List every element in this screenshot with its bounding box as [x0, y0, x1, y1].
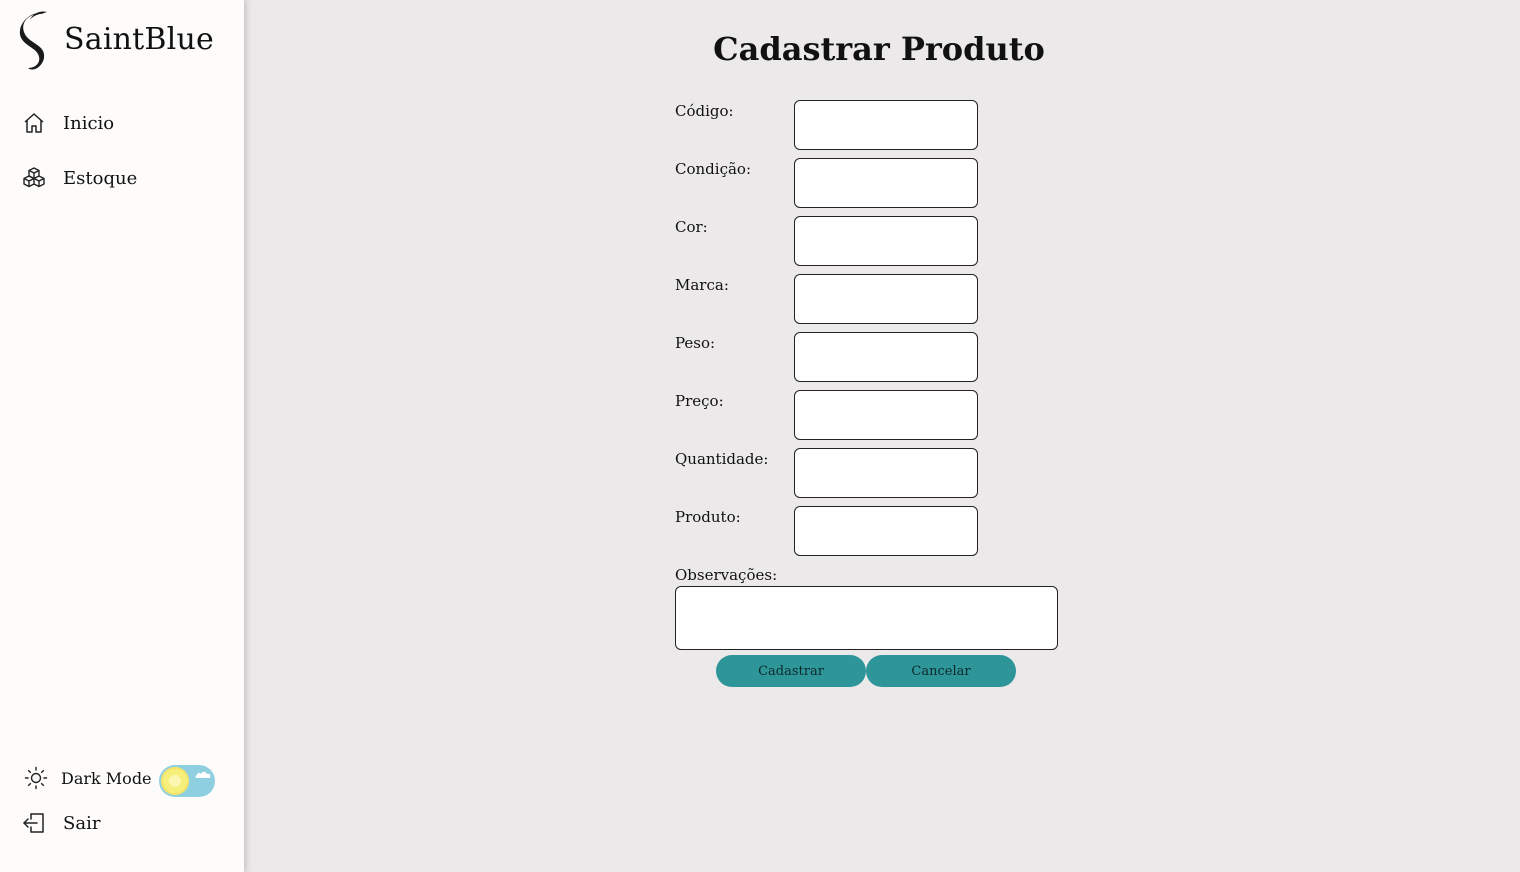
cor-label: Cor:: [675, 218, 708, 236]
quantidade-label: Quantidade:: [675, 450, 769, 468]
brand-name: SaintBlue: [64, 21, 214, 57]
brand[interactable]: SaintBlue: [14, 10, 214, 74]
sidebar-item-label: Inicio: [63, 112, 115, 134]
cadastrar-button[interactable]: Cadastrar: [716, 655, 866, 687]
page-title-text: Cadastrar Produto: [713, 30, 1045, 68]
sidebar-item-estoque[interactable]: Estoque: [22, 166, 137, 190]
peso-input[interactable]: [794, 332, 978, 382]
logout-button[interactable]: Sair: [22, 811, 100, 835]
marca-input[interactable]: [794, 274, 978, 324]
cloud-icon: [195, 771, 211, 778]
codigo-input[interactable]: [794, 100, 978, 150]
cancelar-button[interactable]: Cancelar: [866, 655, 1016, 687]
dark-mode-label: Dark Mode: [61, 768, 152, 788]
boxes-icon: [23, 167, 45, 188]
preco-input[interactable]: [794, 390, 978, 440]
sidebar-item-inicio[interactable]: Inicio: [22, 111, 114, 135]
sun-icon: [24, 766, 48, 790]
quantidade-input[interactable]: [794, 448, 978, 498]
page-title: Cadastrar Produto: [245, 30, 1520, 68]
observacoes-textarea[interactable]: [675, 586, 1058, 650]
condicao-label: Condição:: [675, 160, 751, 178]
sidebar-item-label: Estoque: [63, 167, 138, 189]
dark-mode-toggle[interactable]: [159, 765, 215, 797]
produto-label: Produto:: [675, 508, 741, 526]
cor-input[interactable]: [794, 216, 978, 266]
sidebar: SaintBlue Inicio Estoque Dark Mode Sair: [0, 0, 244, 872]
peso-label: Peso:: [675, 334, 716, 352]
observacoes-label: Observações:: [675, 566, 778, 584]
preco-label: Preço:: [675, 392, 724, 410]
logout-icon: [23, 813, 44, 833]
logout-label: Sair: [63, 812, 101, 834]
toggle-knob-sun-icon: [161, 767, 189, 795]
home-icon: [24, 113, 44, 133]
codigo-label: Código:: [675, 102, 734, 120]
dark-mode-row: Dark Mode: [24, 766, 152, 790]
produto-input[interactable]: [794, 506, 978, 556]
condicao-input[interactable]: [794, 158, 978, 208]
marca-label: Marca:: [675, 276, 729, 294]
saintblue-logo-icon: [19, 11, 47, 70]
